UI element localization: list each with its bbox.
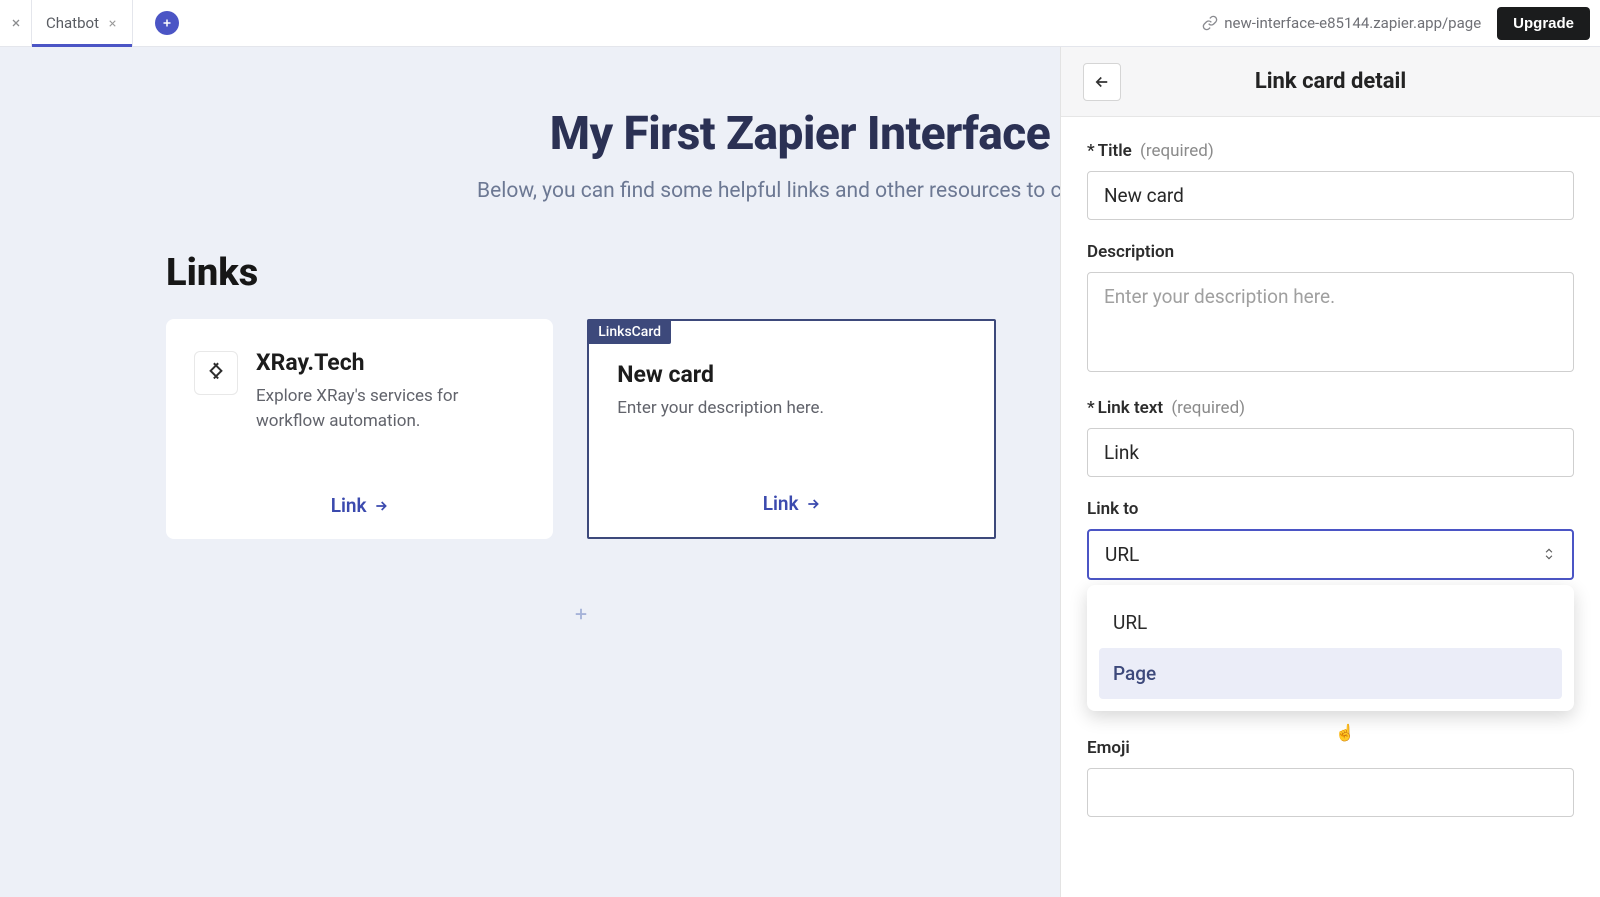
topbar-right: new-interface-e85144.zapier.app/page Upg… [1202, 7, 1590, 40]
label-text: Description [1087, 242, 1174, 262]
link-text-input[interactable] [1087, 428, 1574, 477]
select-caret [1542, 543, 1556, 566]
upgrade-button[interactable]: Upgrade [1497, 7, 1590, 40]
add-card-button[interactable] [561, 594, 601, 634]
label-text: Emoji [1087, 738, 1130, 758]
link-card[interactable]: XRay.Tech Explore XRay's services for wo… [166, 319, 553, 539]
cards-row: XRay.Tech Explore XRay's services for wo… [166, 319, 996, 539]
field-link-text: *Link text (required) [1087, 398, 1574, 477]
required-hint: (required) [1140, 141, 1214, 161]
top-bar: Chatbot new-interface-e85144.zapier.app/… [0, 0, 1600, 47]
required-hint: (required) [1171, 398, 1245, 418]
field-emoji: Emoji [1087, 738, 1574, 817]
link-icon [1202, 15, 1218, 31]
tools-icon [203, 360, 229, 386]
dropdown-menu: URL Page ☝ [1087, 585, 1574, 711]
select-value: URL [1105, 543, 1139, 566]
close-panel-button[interactable] [0, 0, 32, 46]
field-label: Description [1087, 242, 1574, 262]
label-text: Title [1098, 141, 1132, 161]
plus-icon [161, 17, 173, 29]
field-label: *Link text (required) [1087, 398, 1574, 418]
card-badge: LinksCard [588, 320, 671, 344]
links-section: Links XRay.Tech Explore XRay's services … [166, 251, 996, 634]
field-label: *Title (required) [1087, 141, 1574, 161]
title-input[interactable] [1087, 171, 1574, 220]
arrow-right-icon [805, 496, 821, 512]
arrow-left-icon [1093, 73, 1111, 91]
card-link[interactable]: Link [194, 494, 525, 517]
card-link-label: Link [763, 492, 799, 515]
links-heading[interactable]: Links [166, 251, 996, 295]
card-link[interactable]: Link [617, 492, 966, 515]
page-url[interactable]: new-interface-e85144.zapier.app/page [1202, 14, 1481, 32]
panel-header: Link card detail [1061, 47, 1600, 117]
label-text: Link to [1087, 499, 1138, 519]
close-icon [10, 17, 22, 29]
field-title: *Title (required) [1087, 141, 1574, 220]
card-head: New card Enter your description here. [617, 361, 966, 421]
page-url-text: new-interface-e85144.zapier.app/page [1224, 14, 1481, 32]
arrow-right-icon [373, 498, 389, 514]
add-tab-button[interactable] [155, 11, 179, 35]
link-card-selected[interactable]: LinksCard New card Enter your descriptio… [587, 319, 996, 539]
dropdown-option-url[interactable]: URL [1099, 597, 1562, 648]
select-wrapper: URL URL Page ☝ [1087, 529, 1574, 704]
card-description: Enter your description here. [617, 396, 824, 421]
card-head: XRay.Tech Explore XRay's services for wo… [194, 349, 525, 433]
card-title: New card [617, 361, 824, 388]
card-title: XRay.Tech [256, 349, 525, 376]
field-label: Emoji [1087, 738, 1574, 758]
card-text: XRay.Tech Explore XRay's services for wo… [256, 349, 525, 433]
field-link-to: Link to URL URL Page ☝ [1087, 499, 1574, 704]
side-panel: Link card detail *Title (required) Descr… [1060, 47, 1600, 897]
card-link-label: Link [331, 494, 367, 517]
tab-chatbot[interactable]: Chatbot [32, 0, 133, 46]
chevron-up-down-icon [1542, 547, 1556, 561]
add-tab-area [133, 11, 201, 35]
tab-label: Chatbot [46, 14, 99, 32]
card-text: New card Enter your description here. [617, 361, 824, 421]
dropdown-option-page[interactable]: Page [1099, 648, 1562, 699]
card-description: Explore XRay's services for workflow aut… [256, 384, 525, 433]
field-label: Link to [1087, 499, 1574, 519]
back-button[interactable] [1083, 63, 1121, 101]
card-icon-box [194, 351, 238, 395]
link-to-select[interactable]: URL [1087, 529, 1574, 580]
label-text: Link text [1098, 398, 1163, 418]
plus-icon [572, 605, 590, 623]
panel-title: Link card detail [1255, 69, 1406, 94]
emoji-input[interactable] [1087, 768, 1574, 817]
field-description: Description [1087, 242, 1574, 376]
description-input[interactable] [1087, 272, 1574, 372]
panel-body: *Title (required) Description *Link text… [1061, 117, 1600, 863]
close-tab-icon[interactable] [107, 18, 118, 29]
